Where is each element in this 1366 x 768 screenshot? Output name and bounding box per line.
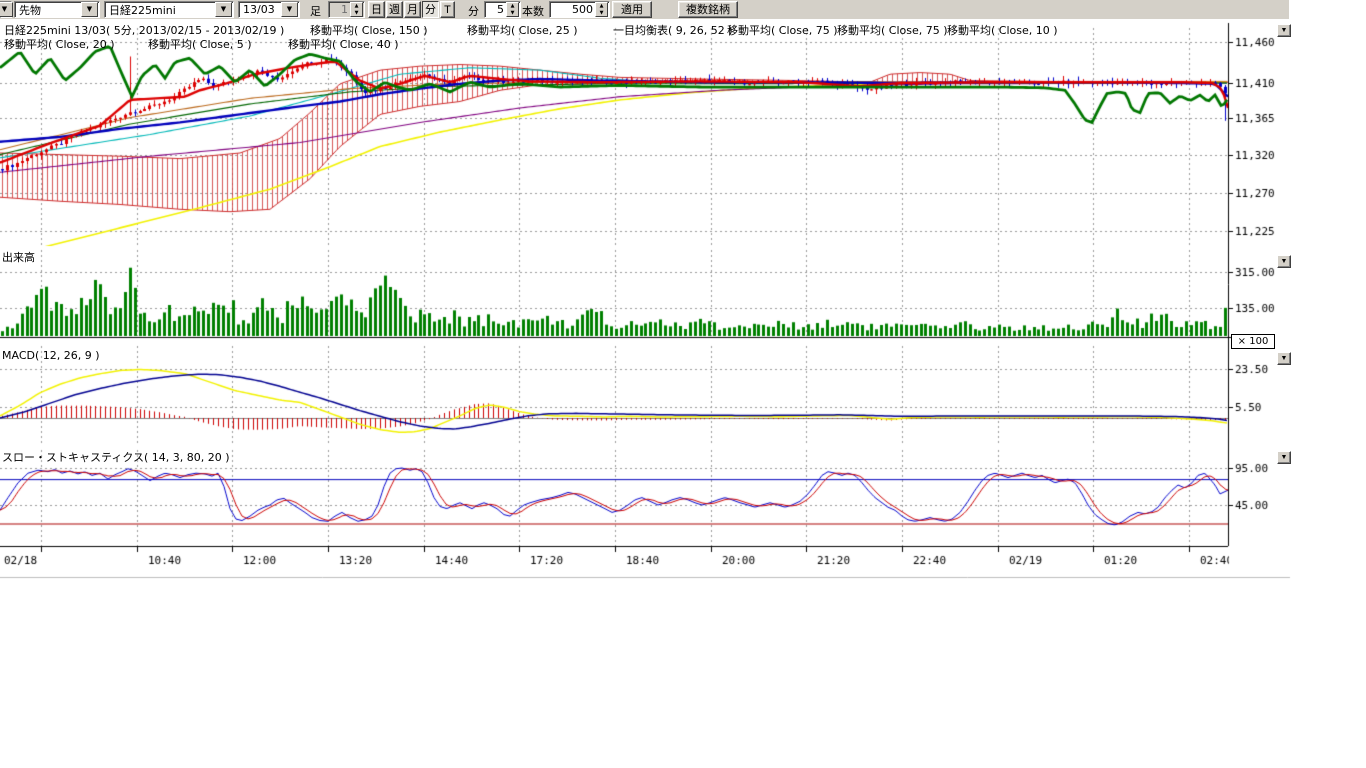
price-axis-menu-button[interactable]: ▼ [1277, 24, 1291, 37]
legend-item: 移動平均( Close, 5 ) [148, 36, 252, 52]
apply-button[interactable]: 適用 [612, 1, 652, 18]
bar-count-value: 1 [329, 3, 349, 16]
chevron-down-icon: ▼ [281, 2, 298, 17]
minute-stepper[interactable]: 5 ▲▼ [484, 1, 521, 18]
chevron-down-icon: ▼ [215, 2, 232, 17]
multi-symbol-button[interactable]: 複数銘柄 [678, 1, 738, 18]
volume-axis-menu-button[interactable]: ▼ [1277, 255, 1291, 268]
left-combo-stub[interactable]: ▼ [0, 1, 12, 18]
stoch-panel-label: スロー・ストキャスティクス( 14, 3, 80, 20 ) [2, 449, 230, 465]
count-stepper[interactable]: 500 ▲▼ [549, 1, 610, 18]
legend-item: 移動平均( Close, 20 ) [4, 36, 115, 52]
toolbar: ▼ 先物 ▼ 日経225mini ▼ 13/03 ▼ 足 1 ▲▼ 日週月分T … [0, 0, 1289, 19]
legend-item: 移動平均( Close, 40 ) [288, 36, 399, 52]
legend-row-2: 移動平均( Close, 20 ) 移動平均( Close, 5 ) 移動平均( C… [0, 36, 1228, 49]
minute-label: 分 [468, 3, 479, 19]
chevron-down-icon: ▼ [81, 2, 98, 17]
interval-button-4[interactable]: 分 [422, 1, 439, 18]
macd-panel-label: MACD( 12, 26, 9 ) [2, 349, 100, 362]
interval-button-1[interactable]: 日 [368, 1, 385, 18]
legend-row-1: 日経225mini 13/03( 5分, 2013/02/15 - 2013/0… [0, 22, 1228, 35]
macd-axis-menu-button[interactable]: ▼ [1277, 352, 1291, 365]
instrument-type-combo[interactable]: 先物 ▼ [14, 1, 100, 18]
interval-button-5[interactable]: T [440, 1, 455, 18]
app-window: ▼ 先物 ▼ 日経225mini ▼ 13/03 ▼ 足 1 ▲▼ 日週月分T … [0, 0, 1366, 768]
volume-multiplier-badge: × 100 [1231, 334, 1275, 349]
contract-month-value: 13/03 [239, 3, 280, 16]
minute-value: 5 [485, 3, 505, 16]
bar-count-stepper[interactable]: 1 ▲▼ [328, 1, 365, 18]
stoch-axis-menu-button[interactable]: ▼ [1277, 451, 1291, 464]
interval-button-2[interactable]: 週 [386, 1, 403, 18]
count-value: 500 [550, 3, 594, 16]
spinner-arrows-icon[interactable]: ▲▼ [506, 2, 519, 17]
chart-canvas[interactable] [0, 0, 1366, 768]
interval-button-3[interactable]: 月 [404, 1, 421, 18]
bar-label: 足 [310, 3, 321, 19]
instrument-type-value: 先物 [15, 2, 80, 18]
contract-month-combo[interactable]: 13/03 ▼ [238, 1, 300, 18]
count-label: 本数 [522, 3, 544, 19]
spinner-arrows-icon[interactable]: ▲▼ [595, 2, 608, 17]
symbol-combo[interactable]: 日経225mini ▼ [104, 1, 234, 18]
spinner-arrows-icon[interactable]: ▲▼ [350, 2, 363, 17]
volume-panel-label: 出来高 [2, 249, 35, 265]
symbol-value: 日経225mini [105, 2, 214, 18]
chevron-down-icon: ▼ [0, 2, 13, 17]
